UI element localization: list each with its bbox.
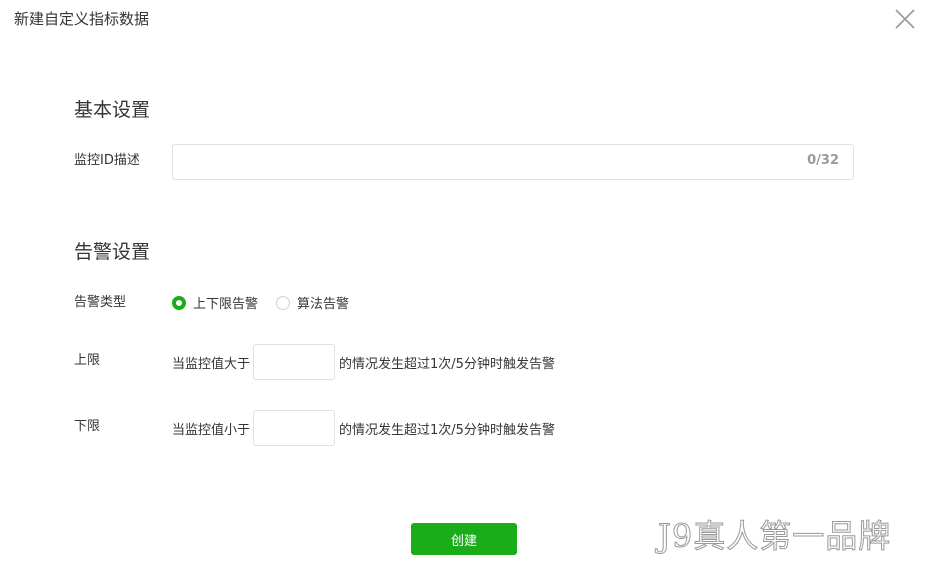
lower-limit-suffix: 的情况发生超过1次/5分钟时触发告警 bbox=[339, 422, 555, 438]
radio-unchecked-icon bbox=[276, 295, 291, 310]
monitor-id-label: 监控ID描述 bbox=[74, 153, 140, 168]
radio-label: 上下限告警 bbox=[193, 297, 259, 312]
create-button[interactable]: 创建 bbox=[411, 523, 517, 555]
basic-settings-title: 基本设置 bbox=[74, 99, 151, 121]
upper-limit-prefix: 当监控值大于 bbox=[172, 356, 251, 372]
monitor-id-input[interactable] bbox=[183, 145, 787, 179]
char-counter: 0/32 bbox=[807, 153, 839, 168]
alarm-type-label: 告警类型 bbox=[74, 295, 127, 310]
upper-limit-label: 上限 bbox=[74, 353, 101, 368]
radio-label: 算法告警 bbox=[297, 297, 350, 312]
upper-limit-row: 当监控值大于 的情况发生超过1次/5分钟时触发告警 bbox=[172, 344, 555, 380]
lower-limit-label: 下限 bbox=[74, 419, 101, 434]
lower-limit-row: 当监控值小于 的情况发生超过1次/5分钟时触发告警 bbox=[172, 410, 555, 446]
upper-limit-suffix: 的情况发生超过1次/5分钟时触发告警 bbox=[339, 356, 555, 372]
lower-limit-prefix: 当监控值小于 bbox=[172, 422, 251, 438]
radio-checked-icon bbox=[172, 295, 186, 310]
monitor-id-field: 0/32 bbox=[172, 144, 854, 180]
radio-algorithm-alarm[interactable]: 算法告警 bbox=[276, 293, 349, 312]
custom-metric-dialog: 新建自定义指标数据 基本设置 监控ID描述 0/32 告警设置 告警类型 上下限… bbox=[0, 0, 938, 566]
close-icon[interactable] bbox=[894, 8, 916, 30]
watermark-text: J9真人第一品牌 bbox=[657, 517, 892, 556]
alarm-type-radio-group: 上下限告警 算法告警 bbox=[172, 293, 367, 312]
alarm-settings-title: 告警设置 bbox=[74, 241, 151, 263]
upper-limit-input[interactable] bbox=[253, 344, 336, 380]
lower-limit-input[interactable] bbox=[253, 410, 336, 446]
dialog-title: 新建自定义指标数据 bbox=[14, 10, 150, 28]
radio-range-alarm[interactable]: 上下限告警 bbox=[172, 293, 258, 312]
